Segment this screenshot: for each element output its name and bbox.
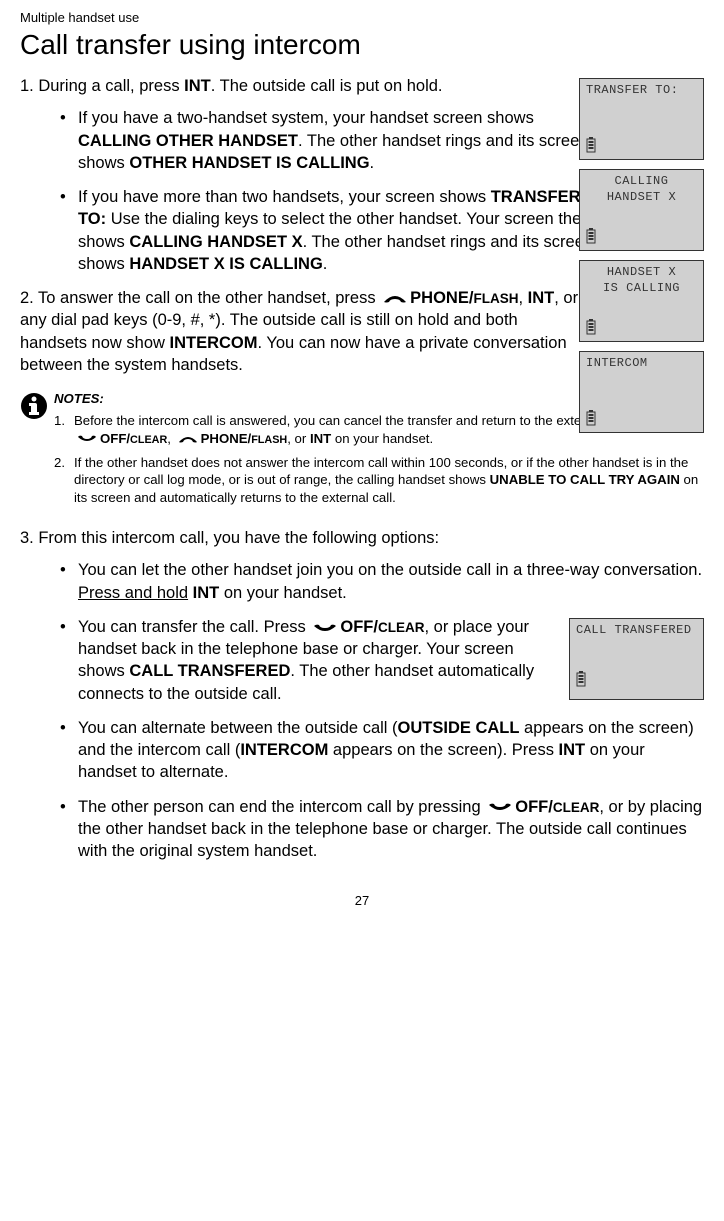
text-bold: INT xyxy=(193,584,220,602)
bullet-item: • You can alternate between the outside … xyxy=(60,717,704,784)
bullet-item: • CALL TRANSFERED You can transfer the c… xyxy=(60,616,704,705)
text-bold: INTERCOM xyxy=(240,741,328,759)
note-number: 2. xyxy=(54,454,74,507)
text: You can alternate between the outside ca… xyxy=(78,719,398,737)
bullet-dot: • xyxy=(60,717,78,784)
step-1-bullets: • If you have a two-handset system, your… xyxy=(60,107,605,275)
text-smallcaps: CLEAR xyxy=(553,800,600,815)
phone-off-icon xyxy=(312,623,338,633)
text: appears on the screen). Press xyxy=(328,741,558,759)
text-bold: OTHER HANDSET IS CALLING xyxy=(129,154,369,172)
bullet-dot: • xyxy=(60,796,78,863)
battery-icon xyxy=(576,671,586,693)
bullet-item: • If you have a two-handset system, your… xyxy=(60,107,605,174)
step-1: 1. During a call, press INT. The outside… xyxy=(20,75,565,97)
lcd-text: CALLING xyxy=(586,174,697,190)
step-3: 3. From this intercom call, you have the… xyxy=(20,527,704,549)
text: 1. During a call, press xyxy=(20,77,184,95)
text: If you have more than two handsets, your… xyxy=(78,188,491,206)
text-bold: INT xyxy=(559,741,586,759)
bullet-item: • If you have more than two handsets, yo… xyxy=(60,186,605,275)
text: , or xyxy=(287,431,310,446)
note-item: 2. If the other handset does not answer … xyxy=(54,454,704,507)
lcd-intercom: INTERCOM xyxy=(579,351,704,433)
text-underline: Press and hold xyxy=(78,584,188,602)
text: If you have a two-handset system, your h… xyxy=(78,109,534,127)
text: You can let the other handset join you o… xyxy=(78,561,702,579)
text: The other person can end the intercom ca… xyxy=(78,798,485,816)
bullet-dot: • xyxy=(60,186,78,275)
text-bold: PHONE/ xyxy=(201,431,252,446)
text-smallcaps: CLEAR xyxy=(130,434,167,446)
lcd-text: CALL TRANSFERED xyxy=(576,623,697,639)
text-smallcaps: FLASH xyxy=(473,291,518,306)
page-title: Call transfer using intercom xyxy=(20,29,704,61)
lcd-call-transfered: CALL TRANSFERED xyxy=(569,618,704,700)
page-number: 27 xyxy=(20,893,704,908)
text-bold: CALLING OTHER HANDSET xyxy=(78,132,298,150)
text-bold: OFF/ xyxy=(515,798,553,816)
text-bold: INT xyxy=(310,431,331,446)
text-bold: OUTSIDE CALL xyxy=(398,719,520,737)
breadcrumb: Multiple handset use xyxy=(20,10,704,25)
text-bold: UNABLE TO CALL TRY AGAIN xyxy=(490,472,680,487)
text-bold: INTERCOM xyxy=(170,334,258,352)
text: , xyxy=(167,431,174,446)
battery-icon xyxy=(586,410,596,426)
phone-on-icon xyxy=(382,294,408,304)
phone-off-icon xyxy=(487,802,513,812)
lcd-text: INTERCOM xyxy=(586,356,697,372)
battery-icon xyxy=(586,137,596,153)
text-bold: INT xyxy=(528,289,555,307)
text-bold: CALLING HANDSET X xyxy=(129,233,302,251)
bullet-dot: • xyxy=(60,107,78,174)
text: 2. To answer the call on the other hands… xyxy=(20,289,380,307)
lcd-calling-handset: CALLING HANDSET X xyxy=(579,169,704,251)
lcd-text: IS CALLING xyxy=(586,281,697,297)
bullet-dot: • xyxy=(60,559,78,604)
text-smallcaps: CLEAR xyxy=(378,620,425,635)
text: . The outside call is put on hold. xyxy=(211,77,443,95)
bullet-item: • The other person can end the intercom … xyxy=(60,796,704,863)
text-smallcaps: FLASH xyxy=(251,434,287,446)
phone-off-icon xyxy=(76,434,98,444)
text: You can transfer the call. Press xyxy=(78,618,310,636)
lcd-text: TRANSFER TO: xyxy=(586,83,697,99)
text-bold: PHONE/ xyxy=(410,289,473,307)
text-bold: OFF/ xyxy=(340,618,378,636)
battery-icon xyxy=(586,228,596,244)
text: on your handset. xyxy=(331,431,433,446)
text: . xyxy=(323,255,328,273)
lcd-text: HANDSET X xyxy=(586,190,697,206)
text-bold: CALL TRANSFERED xyxy=(129,662,290,680)
text: on your handset. xyxy=(219,584,347,602)
text-bold: OFF/ xyxy=(100,431,130,446)
lcd-text: HANDSET X xyxy=(586,265,697,281)
note-number: 1. xyxy=(54,412,74,448)
text-bold: HANDSET X IS CALLING xyxy=(129,255,322,273)
info-icon xyxy=(20,390,54,513)
text-bold: INT xyxy=(184,77,211,95)
step-3-bullets: • You can let the other handset join you… xyxy=(60,559,704,862)
lcd-transfer-to: TRANSFER TO: xyxy=(579,78,704,160)
lcd-handset-is-calling: HANDSET X IS CALLING xyxy=(579,260,704,342)
step-2: 2. To answer the call on the other hands… xyxy=(20,287,580,376)
battery-icon xyxy=(586,319,596,335)
text: . xyxy=(370,154,375,172)
phone-on-icon xyxy=(177,434,199,444)
bullet-item: • You can let the other handset join you… xyxy=(60,559,704,604)
bullet-dot: • xyxy=(60,616,78,705)
text: , xyxy=(519,289,528,307)
